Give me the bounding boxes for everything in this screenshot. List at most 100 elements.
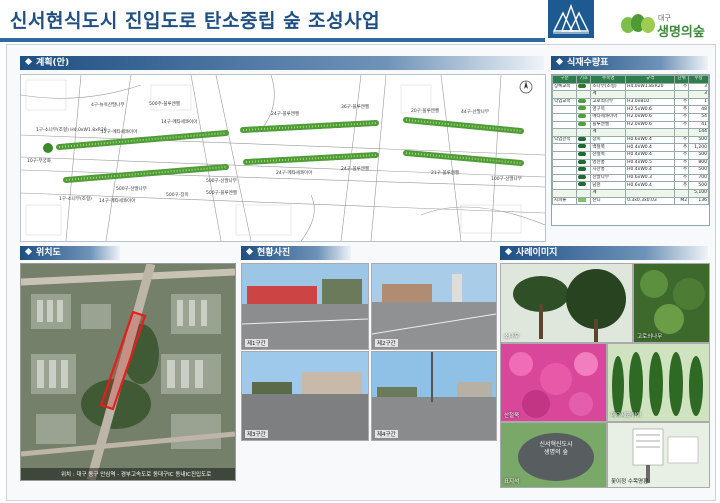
symbol-icon (576, 166, 592, 175)
materials-cell: 주 (674, 97, 690, 107)
photo-label: 제3구간 (245, 430, 268, 438)
materials-cell: H3.0xB10 (625, 97, 676, 107)
materials-cell: H2.5xW0.6 (625, 105, 676, 114)
materials-cell (551, 166, 578, 175)
materials-cell: 고로쇠나무 (590, 97, 627, 107)
materials-cell: 주 (674, 150, 690, 160)
symbol-icon (576, 188, 592, 198)
symbol-icon (576, 135, 592, 145)
materials-row: 블루엔젤 H2.0xW0.6 주 41 (551, 120, 709, 130)
plan-label: 24구-메타세콰이아 (276, 171, 313, 176)
materials-cell: 남천 (590, 181, 627, 190)
materials-cell (551, 188, 578, 198)
materials-cell: 500 (688, 135, 709, 145)
plan-label: 10구-무궁화 (27, 159, 51, 164)
mountain-logo-icon (548, 0, 594, 38)
materials-cell: 0.3x0.3x0.03 (625, 196, 676, 206)
materials-col-header: 구분 (551, 75, 578, 84)
materials-cell: 주 (674, 166, 690, 175)
example-label: 산철쭉 (504, 413, 520, 419)
materials-cell: 700 (688, 173, 709, 183)
example-photo-maple: 고로쇠나무 (633, 263, 710, 343)
materials-cell: 계 (590, 128, 627, 137)
symbol-icon (576, 82, 592, 92)
materials-cell: H2.0xW0.6 (625, 120, 676, 130)
page-title: 신서현식도시 진입도로 탄소중립 숲 조성사업 (10, 10, 381, 32)
section-plan-label: 계획(안) (36, 58, 70, 68)
plan-label: 500구-산딸나무 (116, 187, 147, 192)
example-photo-metasequoia: 메타세콰이아 (607, 343, 710, 422)
site-photo-3: 제3구간 (241, 351, 369, 441)
plan-label: 500구-장미 (166, 193, 189, 198)
materials-cell: 주 (674, 181, 690, 190)
plan-label: 1구-소나무(조형) H4.0xW1.8xR20 (36, 128, 107, 133)
materials-cell: 상록교목 (551, 82, 578, 92)
materials-row: 백철쭉 H0.4xW0.4 주 1,200 (551, 143, 709, 152)
materials-cell: 잔디 (590, 196, 627, 206)
materials-col-header: 수목명 (590, 75, 627, 84)
plan-label: 100구-산딸나무 (491, 177, 522, 182)
materials-cell: 영산홍 (590, 158, 627, 168)
materials-cell: 지피류 (551, 196, 578, 206)
materials-cell: 장미 (590, 135, 627, 145)
materials-cell: 5,100 (688, 188, 709, 198)
symbol-icon (576, 105, 592, 114)
materials-cell: 144 (688, 128, 709, 137)
materials-cell: 산철쭉 (590, 150, 627, 160)
example-label: 표지석 (504, 479, 520, 485)
materials-cell: 주 (674, 158, 690, 168)
photo-label: 제4구간 (375, 430, 398, 438)
materials-cell: 500 (688, 181, 709, 190)
materials-cell: H4.0xW1.8xR20 (625, 82, 676, 92)
example-photo-pine: 소나무 (500, 263, 633, 343)
materials-cell: H0.4xW0.4 (625, 143, 676, 152)
materials-cell: 3 (688, 82, 709, 92)
materials-cell (551, 128, 578, 137)
symbol-icon (576, 196, 592, 206)
north-arrow-icon (519, 80, 533, 94)
plan-linework (21, 75, 545, 241)
materials-row: 남천 H0.6xW0.4 주 500 (551, 181, 709, 190)
materials-cell: 산딸나무 (590, 173, 627, 183)
materials-cell (625, 188, 676, 198)
materials-cell (625, 90, 676, 99)
section-examples-header: 사례이미지 (500, 246, 708, 260)
materials-cell: 주 (674, 143, 690, 152)
section-plan-header: 계획(안) (20, 56, 544, 70)
materials-cell (674, 128, 690, 137)
materials-row: 영구목 H2.5xW0.6 주 48 (551, 105, 709, 114)
materials-col-header: 규격 (625, 75, 676, 84)
materials-row: 계3 (551, 90, 709, 99)
symbol-icon (576, 158, 592, 168)
materials-cell: 3 (688, 90, 709, 99)
symbol-icon (576, 150, 592, 160)
map-caption: 위치 : 대구 동구 안심역 - 경부고속도로 동대구IC 동내IC진입도로 (61, 472, 212, 478)
section-materials-label: 식재수량표 (567, 58, 609, 68)
materials-cell: 영구목 (590, 105, 627, 114)
aerial-map-image (21, 264, 235, 480)
materials-cell: 자산홍 (590, 166, 627, 175)
materials-cell: H0.6xW0.4 (625, 181, 676, 190)
materials-cell (674, 188, 690, 198)
materials-cell: H0.6xW0.3 (625, 173, 676, 183)
site-photo-1: 제1구간 (241, 263, 369, 350)
plan-label: 500주-블루엔젤 (149, 102, 180, 107)
plan-label: 14구-메타세콰이아 (161, 120, 198, 125)
symbol-icon (576, 128, 592, 137)
plan-label: 14구-메타세콰이아 (99, 199, 136, 204)
materials-cell: M2 (674, 196, 690, 206)
section-photos-label: 현황사진 (257, 248, 291, 258)
brand-tree-icon (620, 14, 656, 34)
example-label: 고로쇠나무 (637, 334, 663, 340)
section-materials-header: 식재수량표 (551, 56, 708, 70)
section-photos-header: 현황사진 (241, 246, 351, 260)
materials-cell: H0.6xW0.4 (625, 135, 676, 145)
materials-cell: 주 (674, 135, 690, 145)
materials-cell: 소나무(조형) (590, 82, 627, 92)
symbol-icon (576, 173, 592, 183)
materials-cell: 800 (688, 158, 709, 168)
materials-cell (551, 150, 578, 160)
materials-cell (551, 90, 578, 99)
materials-cell: 주 (674, 120, 690, 130)
symbol-icon (576, 120, 592, 130)
